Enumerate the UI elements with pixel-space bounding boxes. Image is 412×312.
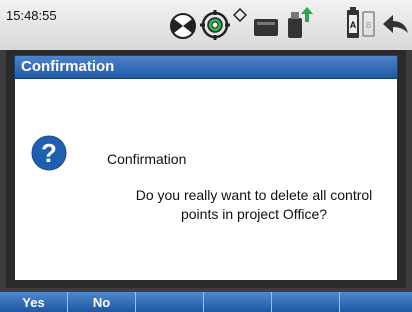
radio-signal-icon[interactable] [233,8,247,22]
softkey-6[interactable] [340,292,412,312]
usb-transfer-icon[interactable] [285,6,313,40]
dialog-body: ? Confirmation Do you really want to del… [15,79,397,280]
status-bar: 15:48:55 A B [0,0,412,50]
satellite-status-icon[interactable] [170,13,196,39]
question-icon: ? [31,135,67,171]
yes-button[interactable]: Yes [0,292,68,312]
back-arrow-icon[interactable] [382,13,410,35]
memory-card-icon[interactable] [253,17,279,37]
clock-time: 15:48:55 [6,8,57,23]
svg-text:A: A [350,20,357,30]
dialog-heading: Confirmation [107,151,187,167]
svg-text:B: B [366,21,371,30]
battery-ab-icon[interactable]: A B [345,7,379,41]
softkey-4[interactable] [204,292,272,312]
dialog-message: Do you really want to delete all control… [135,187,373,222]
dialog-title: Confirmation [21,58,115,75]
no-button[interactable]: No [68,292,136,312]
dialog-title-bar: Confirmation [14,55,398,79]
softkey-5[interactable] [272,292,340,312]
target-prism-icon[interactable] [200,10,230,40]
softkey-3[interactable] [136,292,204,312]
svg-text:?: ? [41,138,57,168]
softkey-bar: Yes No [0,292,412,312]
